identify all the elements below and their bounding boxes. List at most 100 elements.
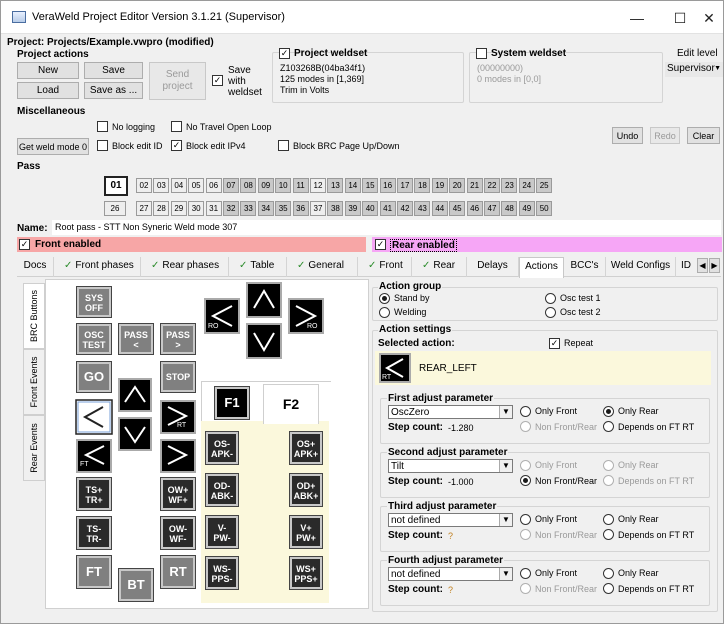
pass-button-05[interactable]: 05 — [188, 178, 205, 193]
pass-name-input[interactable]: Root pass - STT Non Syneric Weld mode 30… — [52, 220, 721, 235]
pass-button-25[interactable]: 25 — [536, 178, 553, 193]
tab-scroll-left-button[interactable]: ◀ — [697, 258, 708, 273]
pass-button-38[interactable]: 38 — [327, 201, 344, 216]
pass-button-19[interactable]: 19 — [431, 178, 448, 193]
pass-button-03[interactable]: 03 — [153, 178, 170, 193]
os-apk-plus-button[interactable]: OS+ APK+ — [289, 431, 323, 465]
pass-button-43[interactable]: 43 — [414, 201, 431, 216]
no-travel-checkbox[interactable] — [171, 121, 182, 132]
up-ro-arrow-button[interactable] — [246, 282, 282, 318]
pass-button-08[interactable]: 08 — [240, 178, 257, 193]
third-only-front-radio[interactable] — [520, 514, 531, 525]
pass-button-04[interactable]: 04 — [170, 178, 187, 193]
up-arrow-button[interactable] — [118, 378, 152, 412]
third-step-value[interactable]: ? — [448, 531, 453, 541]
tab-bccs[interactable]: BCC's — [564, 257, 606, 277]
tab-actions[interactable]: Actions — [519, 257, 564, 278]
first-non-front-rear-radio[interactable] — [520, 421, 531, 432]
second-only-rear-radio[interactable] — [603, 460, 614, 471]
project-weldset-checkbox[interactable]: ✓ — [279, 48, 290, 59]
tab-table[interactable]: ✓ Table — [229, 257, 287, 277]
pass-button-20[interactable]: 20 — [449, 178, 466, 193]
pass-button-15[interactable]: 15 — [362, 178, 379, 193]
stop-button[interactable]: STOP — [160, 361, 196, 393]
redo-button[interactable]: Redo — [650, 127, 680, 144]
ft-button[interactable]: FT — [76, 555, 112, 589]
pass-button-49[interactable]: 49 — [518, 201, 535, 216]
fourth-non-front-rear-radio[interactable] — [520, 583, 531, 594]
pass-button-06[interactable]: 06 — [205, 178, 222, 193]
rt-button[interactable]: RT — [160, 555, 196, 589]
pass-button-02[interactable]: 02 — [136, 178, 152, 193]
ow-wf-minus-button[interactable]: OW- WF- — [160, 516, 196, 550]
ts-tr-minus-button[interactable]: TS- TR- — [76, 516, 112, 550]
clear-button[interactable]: Clear — [687, 127, 720, 144]
ws-pps-plus-button[interactable]: WS+ PPS+ — [289, 556, 323, 590]
sys-off-button[interactable]: SYS OFF — [76, 286, 112, 318]
load-button[interactable]: Load — [17, 82, 79, 99]
bt-button[interactable]: BT — [118, 568, 154, 602]
pass-button-16[interactable]: 16 — [379, 178, 396, 193]
third-only-rear-radio[interactable] — [603, 514, 614, 525]
tab-general[interactable]: ✓ General — [287, 257, 358, 277]
pass-button-24[interactable]: 24 — [518, 178, 535, 193]
get-weld-mode-button[interactable]: Get weld mode 0 — [17, 138, 89, 155]
pass-button-14[interactable]: 14 — [344, 178, 361, 193]
tab-front[interactable]: ✓ Front — [358, 257, 412, 277]
vtab-front-events[interactable]: Front Events — [23, 349, 45, 415]
second-step-value[interactable]: -1.000 — [448, 477, 474, 487]
od-abk-plus-button[interactable]: OD+ ABK+ — [289, 473, 323, 507]
pass-button-17[interactable]: 17 — [397, 178, 413, 193]
pass-button-11[interactable]: 11 — [292, 178, 309, 193]
tab-rear-phases[interactable]: ✓ Rear phases — [141, 257, 229, 277]
tab-scroll-right-button[interactable]: ▶ — [709, 258, 720, 273]
os-apk-minus-button[interactable]: OS- APK- — [205, 431, 239, 465]
tab-delays[interactable]: Delays — [467, 257, 519, 277]
close-button[interactable]: ✕ — [695, 7, 723, 29]
pass-button-40[interactable]: 40 — [362, 201, 379, 216]
pass-button-31[interactable]: 31 — [205, 201, 222, 216]
pass-button-30[interactable]: 30 — [188, 201, 205, 216]
pass-button-26[interactable]: 26 — [104, 201, 126, 216]
first-only-rear-radio[interactable] — [603, 406, 614, 417]
pass-button-50[interactable]: 50 — [536, 201, 553, 216]
second-only-front-radio[interactable] — [520, 460, 531, 471]
pass-button-46[interactable]: 46 — [466, 201, 483, 216]
tab-rear[interactable]: ✓ Rear — [412, 257, 467, 277]
minimize-button[interactable]: — — [623, 7, 651, 29]
pass-button-47[interactable]: 47 — [484, 201, 500, 216]
pass-button-18[interactable]: 18 — [414, 178, 431, 193]
fourth-only-front-radio[interactable] — [520, 568, 531, 579]
tab-docs[interactable]: Docs — [17, 257, 54, 277]
first-depends-radio[interactable] — [603, 421, 614, 432]
right-ft-arrow-button[interactable] — [160, 439, 196, 473]
pass-button-10[interactable]: 10 — [275, 178, 292, 193]
osc-test-2-radio[interactable] — [545, 307, 556, 318]
pass-button-33[interactable]: 33 — [240, 201, 257, 216]
down-arrow-button[interactable] — [118, 417, 152, 451]
second-param-select[interactable]: Tilt ▼ — [388, 459, 513, 473]
no-logging-checkbox[interactable] — [97, 121, 108, 132]
f1-button[interactable]: F1 — [214, 386, 250, 420]
tab-id[interactable]: ID — [676, 257, 696, 277]
ws-pps-minus-button[interactable]: WS- PPS- — [205, 556, 239, 590]
front-enabled-checkbox[interactable]: ✓ — [19, 239, 30, 250]
fourth-only-rear-radio[interactable] — [603, 568, 614, 579]
pass-button-45[interactable]: 45 — [449, 201, 466, 216]
osc-test-1-radio[interactable] — [545, 293, 556, 304]
v-pw-plus-button[interactable]: V+ PW+ — [289, 515, 323, 549]
stand-by-radio[interactable] — [379, 293, 390, 304]
pass-button-28[interactable]: 28 — [153, 201, 170, 216]
fourth-param-select[interactable]: not defined ▼ — [388, 567, 513, 581]
pass-button-35[interactable]: 35 — [275, 201, 292, 216]
maximize-button[interactable]: ☐ — [666, 7, 694, 29]
pass-button-32[interactable]: 32 — [223, 201, 239, 216]
third-non-front-rear-radio[interactable] — [520, 529, 531, 540]
tab-weld-configs[interactable]: Weld Configs — [606, 257, 676, 277]
pass-button-48[interactable]: 48 — [501, 201, 518, 216]
block-edit-id-checkbox[interactable] — [97, 140, 108, 151]
od-abk-minus-button[interactable]: OD- ABK- — [205, 473, 239, 507]
pass-button-42[interactable]: 42 — [397, 201, 413, 216]
pass-button-27[interactable]: 27 — [136, 201, 152, 216]
block-brc-checkbox[interactable] — [278, 140, 289, 151]
